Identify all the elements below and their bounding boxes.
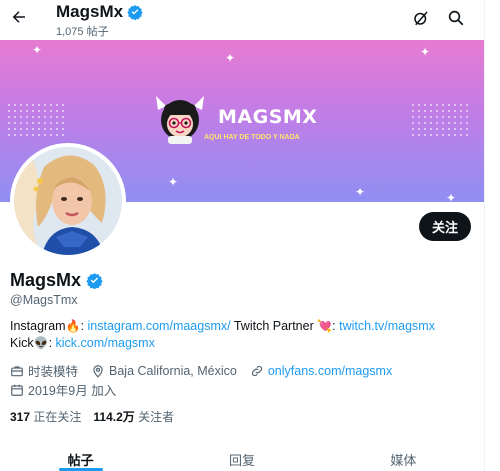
header-title: MagsMx — [56, 2, 124, 21]
sparkle-icon: ✦ — [32, 43, 43, 57]
profile-name: MagsMx — [10, 270, 82, 290]
followers-count: 114.2万 — [93, 410, 135, 424]
tab-media[interactable]: 媒体 — [323, 447, 484, 471]
banner-tagline: AQUI HAY DE TODO Y NADA — [204, 134, 300, 141]
bio-colon: : — [48, 336, 56, 350]
twitch-link[interactable]: twitch.tv/magsmx — [339, 319, 435, 333]
follow-stats: 317 正在关注 114.2万 关注者 — [10, 408, 174, 425]
bio-instagram-label: Instagram — [10, 319, 66, 333]
profile-name-row: MagsMx — [10, 270, 103, 291]
following-stat[interactable]: 317 正在关注 — [10, 408, 81, 425]
profile-joined: 2019年9月 加入 — [10, 380, 116, 399]
search-icon — [448, 10, 464, 26]
banner-dot-pattern — [410, 102, 470, 138]
instagram-link[interactable]: instagram.com/maagsmx/ — [88, 319, 231, 333]
bio-kick-label: Kick — [10, 336, 34, 350]
calendar-icon — [11, 384, 23, 396]
cartoon-avatar-icon — [156, 96, 204, 144]
avatar-photo — [14, 147, 122, 255]
briefcase-icon — [11, 365, 23, 376]
kick-link[interactable]: kick.com/magsmx — [56, 336, 155, 350]
verified-badge-icon — [127, 5, 143, 20]
post-count: 1,075 帖子 — [56, 26, 109, 38]
followers-label: 关注者 — [138, 410, 175, 424]
joined-text: 2019年9月 加入 — [28, 384, 117, 398]
link-icon — [251, 365, 262, 376]
profile-website[interactable]: onlyfans.com/magsmx — [250, 364, 392, 378]
following-count: 317 — [10, 410, 31, 424]
sparkle-icon: ✦ — [446, 191, 457, 202]
followers-stat[interactable]: 114.2万 关注者 — [93, 408, 174, 425]
verified-badge-icon[interactable] — [86, 272, 103, 289]
profile-joined-row: 2019年9月 加入 — [10, 380, 129, 399]
profile-header-bar: MagsMx 1,075 帖子 — [0, 0, 500, 40]
profile-meta-row: 时装模特 Baja California, México onlyfans.co… — [10, 361, 405, 380]
following-label: 正在关注 — [33, 410, 82, 424]
right-scroll-edge — [484, 0, 500, 471]
grok-button[interactable] — [410, 7, 432, 29]
location-pin-icon — [93, 364, 103, 378]
header-title-block: MagsMx 1,075 帖子 — [56, 2, 143, 39]
fire-emoji-icon: 🔥 — [65, 319, 81, 333]
bio-twitch-label: Twitch Partner — [230, 319, 318, 333]
profile-handle: @MagsTmx — [10, 293, 78, 307]
profile-location: Baja California, México — [91, 364, 237, 378]
sparkle-icon: ✦ — [355, 185, 366, 199]
profile-tabs: 帖子 回复 媒体 — [0, 447, 484, 471]
heart-emoji-icon: 💘 — [317, 319, 333, 333]
sparkle-icon: ✦ — [225, 51, 236, 65]
banner-dot-pattern — [6, 102, 66, 138]
search-button[interactable] — [445, 7, 467, 29]
follow-button[interactable]: 关注 — [419, 212, 471, 241]
location-text: Baja California, México — [109, 363, 237, 378]
back-button[interactable] — [8, 6, 30, 28]
profile-bio: Instagram🔥: instagram.com/maagsmx/ Twitc… — [10, 318, 480, 352]
sparkle-icon: ✦ — [420, 45, 431, 59]
banner-logo-text: MAGSMX — [218, 106, 318, 128]
category-text: 时装模特 — [28, 365, 79, 379]
arrow-left-icon — [12, 11, 25, 23]
alien-emoji-icon: 👽 — [33, 336, 49, 350]
grok-icon — [414, 11, 428, 26]
profile-avatar[interactable] — [10, 143, 126, 259]
tab-posts[interactable]: 帖子 — [0, 447, 161, 471]
website-link[interactable]: onlyfans.com/magsmx — [268, 364, 392, 378]
banner-logo: MAGSMX AQUI HAY DE TODO Y NADA — [152, 90, 342, 146]
sparkle-icon: ✦ — [168, 175, 179, 189]
bio-colon: : — [80, 319, 88, 333]
profile-category: 时装模特 — [10, 361, 78, 380]
tab-replies[interactable]: 回复 — [161, 447, 322, 471]
